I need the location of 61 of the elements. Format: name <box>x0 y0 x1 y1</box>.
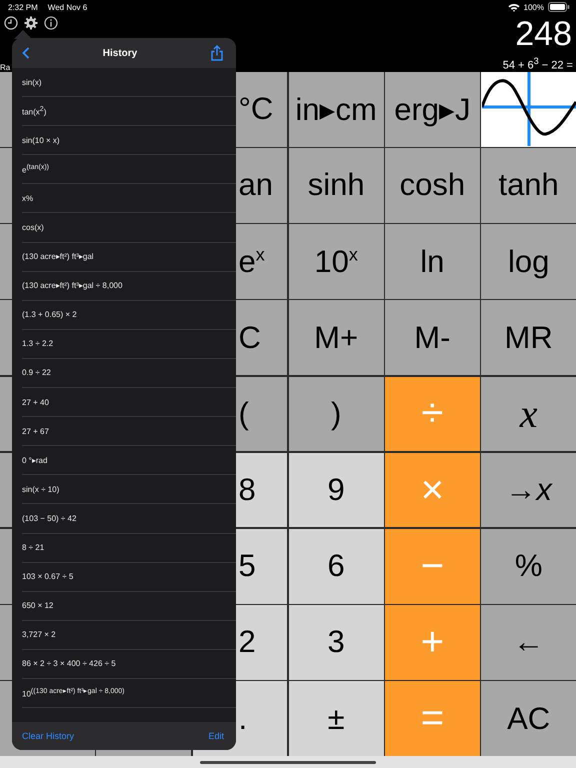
history-item[interactable]: cos(x) <box>22 223 44 232</box>
calculator-key[interactable]: 6 <box>288 528 384 604</box>
graph-key[interactable] <box>481 72 576 147</box>
calculator-key[interactable]: MR <box>481 300 576 376</box>
settings-icon[interactable] <box>24 16 38 30</box>
history-item[interactable]: 1.3 ÷ 2.2 <box>22 339 54 348</box>
history-item[interactable]: 3,727 × 2 <box>22 630 56 640</box>
history-item[interactable]: (130 acre▸ft²) ft³▸gal ÷ 8,000 <box>22 281 122 290</box>
history-item[interactable]: 103 × 0.67 ÷ 5 <box>22 572 74 582</box>
battery-percent: 100% <box>524 2 544 12</box>
calculator-key[interactable]: 9 <box>288 452 384 528</box>
calculator-key[interactable]: ln <box>385 224 480 299</box>
history-item[interactable]: 0 °▸rad <box>22 456 48 465</box>
history-item[interactable]: 86 × 2 ÷ 3 × 400 ÷ 426 ÷ 5 <box>22 659 116 668</box>
clock-icon[interactable] <box>4 16 18 30</box>
calculator-key[interactable]: in▸cm <box>288 72 384 147</box>
history-item[interactable]: (1.3 + 0.65) × 2 <box>22 310 77 320</box>
history-item[interactable]: tan(x$^{2}$) <box>22 106 46 116</box>
calculator-key[interactable]: 3 <box>288 605 384 680</box>
angle-mode[interactable]: Ra <box>0 63 10 72</box>
calculator-key[interactable]: 10$^{x}$ <box>288 224 384 299</box>
history-item[interactable]: 27 + 40 <box>22 398 49 407</box>
calculator-key[interactable]: sinh <box>288 148 384 223</box>
home-indicator[interactable] <box>200 760 376 764</box>
calculator-key[interactable]: x <box>481 376 576 452</box>
display-value: 248 <box>515 16 572 52</box>
history-item[interactable]: 10$^{((130 acre▸ft²) ft³▸gal ÷ 8,000)}$ <box>22 687 124 699</box>
history-item[interactable]: 8 ÷ 21 <box>22 543 44 552</box>
calculator-key[interactable]: M- <box>385 300 480 376</box>
battery-icon <box>548 2 570 12</box>
history-item[interactable]: 0.9 ÷ 22 <box>22 368 51 378</box>
history-item[interactable]: (130 acre▸ft²) ft³▸gal <box>22 252 94 262</box>
calculator-key[interactable]: log <box>481 224 576 299</box>
history-item[interactable]: e$^{(tan(x))}$ <box>22 164 50 175</box>
calculator-key[interactable]: ) <box>288 376 384 452</box>
calculator-key[interactable]: ← <box>481 605 576 680</box>
history-item[interactable]: sin(10 × x) <box>22 136 60 145</box>
calculator-key[interactable]: cosh <box>385 148 480 223</box>
status-time: 2:32 PM <box>8 2 38 12</box>
back-icon[interactable] <box>22 47 30 59</box>
share-icon[interactable] <box>210 45 224 61</box>
expression: 54 + 6$^{3}$ − 22 = <box>502 55 573 72</box>
history-item[interactable]: 650 × 12 <box>22 601 54 610</box>
calculator-key[interactable]: M+ <box>288 300 384 376</box>
history-item[interactable]: 27 + 67 <box>22 426 49 436</box>
edit-button[interactable]: Edit <box>208 731 224 741</box>
history-item[interactable]: (103 − 50) ÷ 42 <box>22 514 76 523</box>
calculator-key[interactable]: ± <box>288 681 384 756</box>
wifi-icon <box>508 2 520 12</box>
popover-title: History <box>102 48 138 58</box>
history-item[interactable]: x% <box>22 194 34 203</box>
info-icon[interactable] <box>44 16 58 30</box>
calculator-key[interactable]: % <box>481 528 576 604</box>
status-date: Wed Nov 6 <box>48 2 88 12</box>
calculator-key[interactable]: erg▸J <box>385 72 480 147</box>
calculator-key[interactable]: →x <box>481 452 576 528</box>
calculator-key[interactable]: tanh <box>481 148 576 223</box>
clear-history-button[interactable]: Clear History <box>22 731 74 741</box>
history-item[interactable]: sin(x) <box>22 78 42 87</box>
history-item[interactable]: sin(x ÷ 10) <box>22 484 60 494</box>
calculator-key[interactable]: AC <box>481 681 576 756</box>
